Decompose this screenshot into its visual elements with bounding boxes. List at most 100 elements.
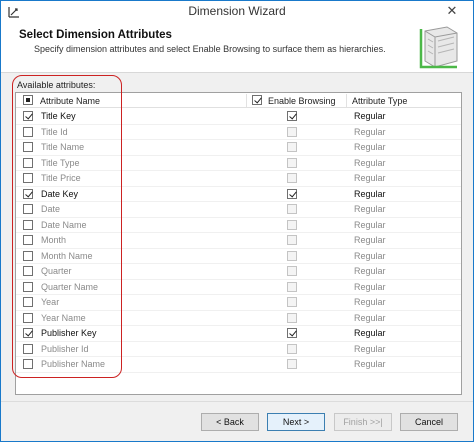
wizard-content: Available attributes: Attribute Name Ena… xyxy=(1,74,473,401)
attribute-type[interactable]: Regular xyxy=(354,189,386,199)
attribute-name: Publisher Key xyxy=(41,328,97,338)
attribute-type[interactable]: Regular xyxy=(354,204,386,214)
table-row[interactable]: Title Name Regular xyxy=(16,140,461,156)
page-title: Select Dimension Attributes xyxy=(19,29,172,41)
attribute-type[interactable]: Regular xyxy=(354,282,386,292)
enable-browsing-checkbox[interactable] xyxy=(287,142,297,152)
attribute-checkbox[interactable] xyxy=(23,343,33,354)
attribute-checkbox[interactable] xyxy=(23,235,33,245)
attribute-checkbox[interactable] xyxy=(23,328,33,338)
enable-browsing-checkbox[interactable] xyxy=(287,343,297,354)
finish-button[interactable]: Finish >>| xyxy=(334,413,392,431)
wizard-header: Select Dimension Attributes Specify dime… xyxy=(1,23,473,73)
table-row[interactable]: Date Name Regular xyxy=(16,218,461,233)
enable-browsing-checkbox[interactable] xyxy=(287,111,297,121)
attribute-checkbox[interactable] xyxy=(23,312,33,323)
attribute-type[interactable]: Regular xyxy=(354,359,386,369)
table-row[interactable]: Date Key Regular xyxy=(16,187,461,202)
enable-browsing-checkbox[interactable] xyxy=(287,328,297,338)
enable-browsing-checkbox[interactable] xyxy=(287,235,297,245)
attribute-checkbox[interactable] xyxy=(23,188,33,199)
attribute-type[interactable]: Regular xyxy=(354,142,386,152)
dimension-wizard-window: Dimension Wizard ✕ Select Dimension Attr… xyxy=(0,0,474,442)
attribute-rows: Title Key Regular Title Id Regular Title Nam… xyxy=(16,109,461,373)
attribute-checkbox[interactable] xyxy=(23,219,33,230)
select-all-checkbox[interactable] xyxy=(23,95,33,105)
table-row[interactable]: Publisher Id Regular xyxy=(16,342,461,357)
table-row[interactable]: Title Id Regular xyxy=(16,125,461,140)
attribute-type[interactable]: Regular xyxy=(354,173,386,183)
table-row[interactable]: Year Name Regular xyxy=(16,311,461,326)
attribute-name-column-header: Attribute Name xyxy=(40,96,101,106)
attribute-name: Year xyxy=(41,297,60,307)
enable-browsing-checkbox[interactable] xyxy=(287,250,297,261)
enable-browsing-checkbox[interactable] xyxy=(287,312,297,323)
attribute-type[interactable]: Regular xyxy=(354,313,386,323)
title-bar: Dimension Wizard ✕ xyxy=(1,1,473,23)
page-subtitle: Specify dimension attributes and select … xyxy=(34,44,386,54)
table-row[interactable]: Title Price Regular xyxy=(16,171,461,187)
table-row[interactable]: Quarter Name Regular xyxy=(16,280,461,295)
attribute-type[interactable]: Regular xyxy=(354,344,386,354)
available-attributes-label: Available attributes: xyxy=(17,80,96,90)
cancel-button[interactable]: Cancel xyxy=(400,413,458,431)
attribute-checkbox[interactable] xyxy=(23,142,33,152)
attribute-type[interactable]: Regular xyxy=(354,111,386,121)
close-button[interactable]: ✕ xyxy=(433,1,471,21)
attribute-checkbox[interactable] xyxy=(23,297,33,307)
attribute-type-column-header: Attribute Type xyxy=(352,96,408,106)
table-row[interactable]: Month Regular xyxy=(16,233,461,249)
enable-browsing-checkbox[interactable] xyxy=(287,219,297,230)
attribute-checkbox[interactable] xyxy=(23,359,33,369)
dimension-cube-icon xyxy=(419,26,458,69)
table-row[interactable]: Publisher Name Regular xyxy=(16,357,461,373)
attribute-type[interactable]: Regular xyxy=(354,328,386,338)
attribute-checkbox[interactable] xyxy=(23,157,33,168)
attribute-type[interactable]: Regular xyxy=(354,235,386,245)
attribute-name: Year Name xyxy=(41,312,86,323)
attribute-checkbox[interactable] xyxy=(23,250,33,261)
table-row[interactable]: Year Regular xyxy=(16,295,461,311)
attribute-type[interactable]: Regular xyxy=(354,158,386,168)
table-row[interactable]: Publisher Key Regular xyxy=(16,326,461,342)
table-row[interactable]: Quarter Regular xyxy=(16,264,461,280)
table-row[interactable]: Date Regular xyxy=(16,202,461,218)
enable-browsing-checkbox[interactable] xyxy=(287,297,297,307)
attribute-type[interactable]: Regular xyxy=(354,220,386,230)
enable-browsing-checkbox[interactable] xyxy=(287,173,297,183)
attribute-checkbox[interactable] xyxy=(23,111,33,121)
attribute-checkbox[interactable] xyxy=(23,204,33,214)
attribute-name: Title Key xyxy=(41,111,76,121)
enable-browsing-column-header: Enable Browsing xyxy=(268,96,336,106)
attribute-name: Title Name xyxy=(41,142,85,152)
enable-browsing-checkbox[interactable] xyxy=(287,266,297,276)
attribute-name: Date Name xyxy=(41,219,87,230)
enable-browsing-checkbox[interactable] xyxy=(287,126,297,137)
attribute-type[interactable]: Regular xyxy=(354,266,386,276)
attribute-name: Month xyxy=(41,235,67,245)
enable-browsing-checkbox[interactable] xyxy=(287,359,297,369)
attribute-type[interactable]: Regular xyxy=(354,127,386,137)
table-row[interactable]: Month Name Regular xyxy=(16,249,461,264)
enable-browsing-checkbox[interactable] xyxy=(287,188,297,199)
table-row[interactable]: Title Type Regular xyxy=(16,156,461,171)
attribute-checkbox[interactable] xyxy=(23,173,33,183)
table-row[interactable]: Title Key Regular xyxy=(16,109,461,125)
next-button[interactable]: Next > xyxy=(267,413,325,431)
attribute-checkbox[interactable] xyxy=(23,266,33,276)
attribute-name: Title Id xyxy=(41,126,68,137)
enable-browsing-all-checkbox[interactable] xyxy=(252,95,262,105)
attribute-name: Publisher Name xyxy=(41,359,106,369)
attribute-checkbox[interactable] xyxy=(23,281,33,292)
attribute-name: Title Type xyxy=(41,157,80,168)
attribute-name: Publisher Id xyxy=(41,343,89,354)
attribute-checkbox[interactable] xyxy=(23,126,33,137)
attribute-type[interactable]: Regular xyxy=(354,297,386,307)
enable-browsing-checkbox[interactable] xyxy=(287,281,297,292)
enable-browsing-checkbox[interactable] xyxy=(287,204,297,214)
attribute-name: Month Name xyxy=(41,250,93,261)
attribute-name: Date Key xyxy=(41,188,79,199)
back-button[interactable]: < Back xyxy=(201,413,259,431)
attribute-type[interactable]: Regular xyxy=(354,251,386,261)
enable-browsing-checkbox[interactable] xyxy=(287,157,297,168)
